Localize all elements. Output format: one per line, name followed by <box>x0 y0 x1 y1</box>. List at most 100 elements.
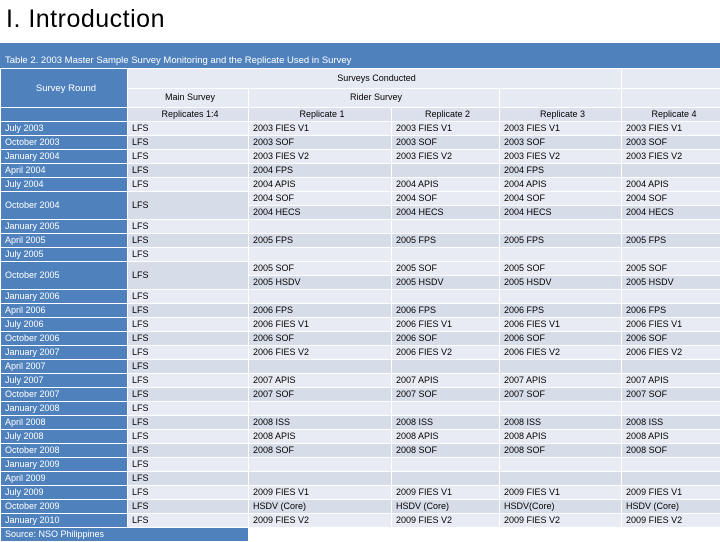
table-row: April 2006 LFS 2006 FPS 2006 FPS 2006 FPS 200… <box>1 304 720 317</box>
row-replicate-2: 2003 FIES V2 <box>392 150 499 163</box>
row-replicate-3: 2008 SOF <box>500 444 622 457</box>
row-survey-round: July 2009 <box>1 486 127 499</box>
row-main-survey: LFS <box>128 220 248 233</box>
table-row: July 2008 LFS 2008 APIS 2008 APIS 2008 APIS 2… <box>1 430 720 443</box>
row-survey-round: October 2009 <box>1 500 127 513</box>
row-replicate-4: 2007 SOF <box>622 388 720 401</box>
row-replicate-2: 2004 APIS <box>392 178 499 191</box>
row-replicate-2: 2009 FIES V1 <box>392 486 499 499</box>
row-replicate-1 <box>249 290 391 303</box>
row-replicate-2: 2006 FPS <box>392 304 499 317</box>
row-replicate-4: 2006 FIES V2 <box>622 346 720 359</box>
row-replicate-3: 2007 SOF <box>500 388 622 401</box>
table-row: October 2006 LFS 2006 SOF 2006 SOF 2006 SOF 2… <box>1 332 720 345</box>
row-replicate-2: 2009 FIES V2 <box>392 514 499 527</box>
row-replicate-4: 2004 SOF <box>622 192 720 205</box>
row-main-survey: LFS <box>128 122 248 135</box>
row-replicate-1 <box>249 248 391 261</box>
row-replicate-1: 2004 FPS <box>249 164 391 177</box>
row-replicate-3: 2007 APIS <box>500 374 622 387</box>
table-row: July 2003 LFS 2003 FIES V1 2003 FIES V1 2003… <box>1 122 720 135</box>
row-replicate-1 <box>249 472 391 485</box>
row-survey-round: October 2005 <box>1 262 127 289</box>
row-survey-round: April 2008 <box>1 416 127 429</box>
header-spacer-2 <box>500 88 622 107</box>
row-main-survey: LFS <box>128 402 248 415</box>
row-replicate-4: 2008 APIS <box>622 430 720 443</box>
row-replicate-1: 2004 APIS <box>249 178 391 191</box>
row-replicate-3: 2004 SOF <box>500 192 622 205</box>
row-replicate-2: 2005 SOF <box>392 262 499 275</box>
row-replicate-2: 2005 HSDV <box>392 276 499 289</box>
row-replicate-1: 2006 FPS <box>249 304 391 317</box>
table-row: October 2009 LFS HSDV (Core) HSDV (Core) HSD… <box>1 500 720 513</box>
row-replicate-2: 2005 FPS <box>392 234 499 247</box>
row-replicate-2 <box>392 472 499 485</box>
row-replicate-2 <box>392 458 499 471</box>
row-replicate-4 <box>622 164 720 177</box>
row-replicate-4: 2005 SOF <box>622 262 720 275</box>
row-main-survey: LFS <box>128 458 248 471</box>
table-row: January 2005 LFS <box>1 220 720 233</box>
row-replicate-3 <box>500 458 622 471</box>
row-main-survey: LFS <box>128 164 248 177</box>
table-row: April 2004 LFS 2004 FPS 2004 FPS <box>1 164 720 177</box>
row-replicate-2 <box>392 290 499 303</box>
row-replicate-4: 2005 HSDV <box>622 276 720 289</box>
row-replicate-4: 2009 FIES V2 <box>622 514 720 527</box>
source-spacer-4 <box>622 528 720 541</box>
row-replicate-2 <box>392 248 499 261</box>
row-replicate-1 <box>249 220 391 233</box>
row-replicate-1: 2006 FIES V1 <box>249 318 391 331</box>
row-replicate-3 <box>500 290 622 303</box>
row-survey-round: January 2004 <box>1 150 127 163</box>
row-replicate-1: 2008 SOF <box>249 444 391 457</box>
source-spacer-2 <box>392 528 499 541</box>
row-survey-round: July 2006 <box>1 318 127 331</box>
row-replicate-2: 2008 APIS <box>392 430 499 443</box>
row-replicate-3: 2005 HSDV <box>500 276 622 289</box>
row-survey-round: July 2008 <box>1 430 127 443</box>
table-row: April 2009 LFS <box>1 472 720 485</box>
row-replicate-2 <box>392 360 499 373</box>
table-caption: Table 2. 2003 Master Sample Survey Monit… <box>5 55 352 66</box>
row-replicate-3: 2003 FIES V2 <box>500 150 622 163</box>
row-replicate-1 <box>249 458 391 471</box>
row-replicate-4: HSDV (Core) <box>622 500 720 513</box>
row-replicate-2: 2008 ISS <box>392 416 499 429</box>
row-replicate-1: 2009 FIES V1 <box>249 486 391 499</box>
row-replicate-4: 2005 FPS <box>622 234 720 247</box>
row-replicate-1: 2005 HSDV <box>249 276 391 289</box>
row-main-survey: LFS <box>128 444 248 457</box>
row-replicate-4: 2006 SOF <box>622 332 720 345</box>
header-replicates-1-4: Replicates 1:4 <box>128 108 248 121</box>
row-replicate-2 <box>392 164 499 177</box>
row-main-survey: LFS <box>128 290 248 303</box>
table-row: October 2005 LFS 2005 SOF 2005 SOF 2005 SOF 2… <box>1 262 720 289</box>
row-replicate-3: 2009 FIES V2 <box>500 514 622 527</box>
row-survey-round: January 2009 <box>1 458 127 471</box>
table-row: July 2009 LFS 2009 FIES V1 2009 FIES V1 2009… <box>1 486 720 499</box>
row-replicate-3 <box>500 360 622 373</box>
row-replicate-3: 2009 FIES V1 <box>500 486 622 499</box>
row-replicate-3: 2004 HECS <box>500 206 622 219</box>
row-main-survey: LFS <box>128 416 248 429</box>
row-replicate-4: 2003 SOF <box>622 136 720 149</box>
row-replicate-4 <box>622 248 720 261</box>
row-replicate-3: 2008 ISS <box>500 416 622 429</box>
row-replicate-2: HSDV (Core) <box>392 500 499 513</box>
row-main-survey: LFS <box>128 472 248 485</box>
row-replicate-1 <box>249 402 391 415</box>
row-replicate-4 <box>622 290 720 303</box>
row-replicate-4: 2004 APIS <box>622 178 720 191</box>
header-round-spacer <box>1 108 127 121</box>
row-replicate-1: 2007 APIS <box>249 374 391 387</box>
row-replicate-3: 2004 APIS <box>500 178 622 191</box>
row-survey-round: April 2007 <box>1 360 127 373</box>
row-survey-round: January 2005 <box>1 220 127 233</box>
header-rider-survey: Rider Survey <box>249 88 499 107</box>
table-row: January 2007 LFS 2006 FIES V2 2006 FIES V2 2… <box>1 346 720 359</box>
row-replicate-3 <box>500 472 622 485</box>
row-replicate-3: 2003 FIES V1 <box>500 122 622 135</box>
row-replicate-4 <box>622 402 720 415</box>
